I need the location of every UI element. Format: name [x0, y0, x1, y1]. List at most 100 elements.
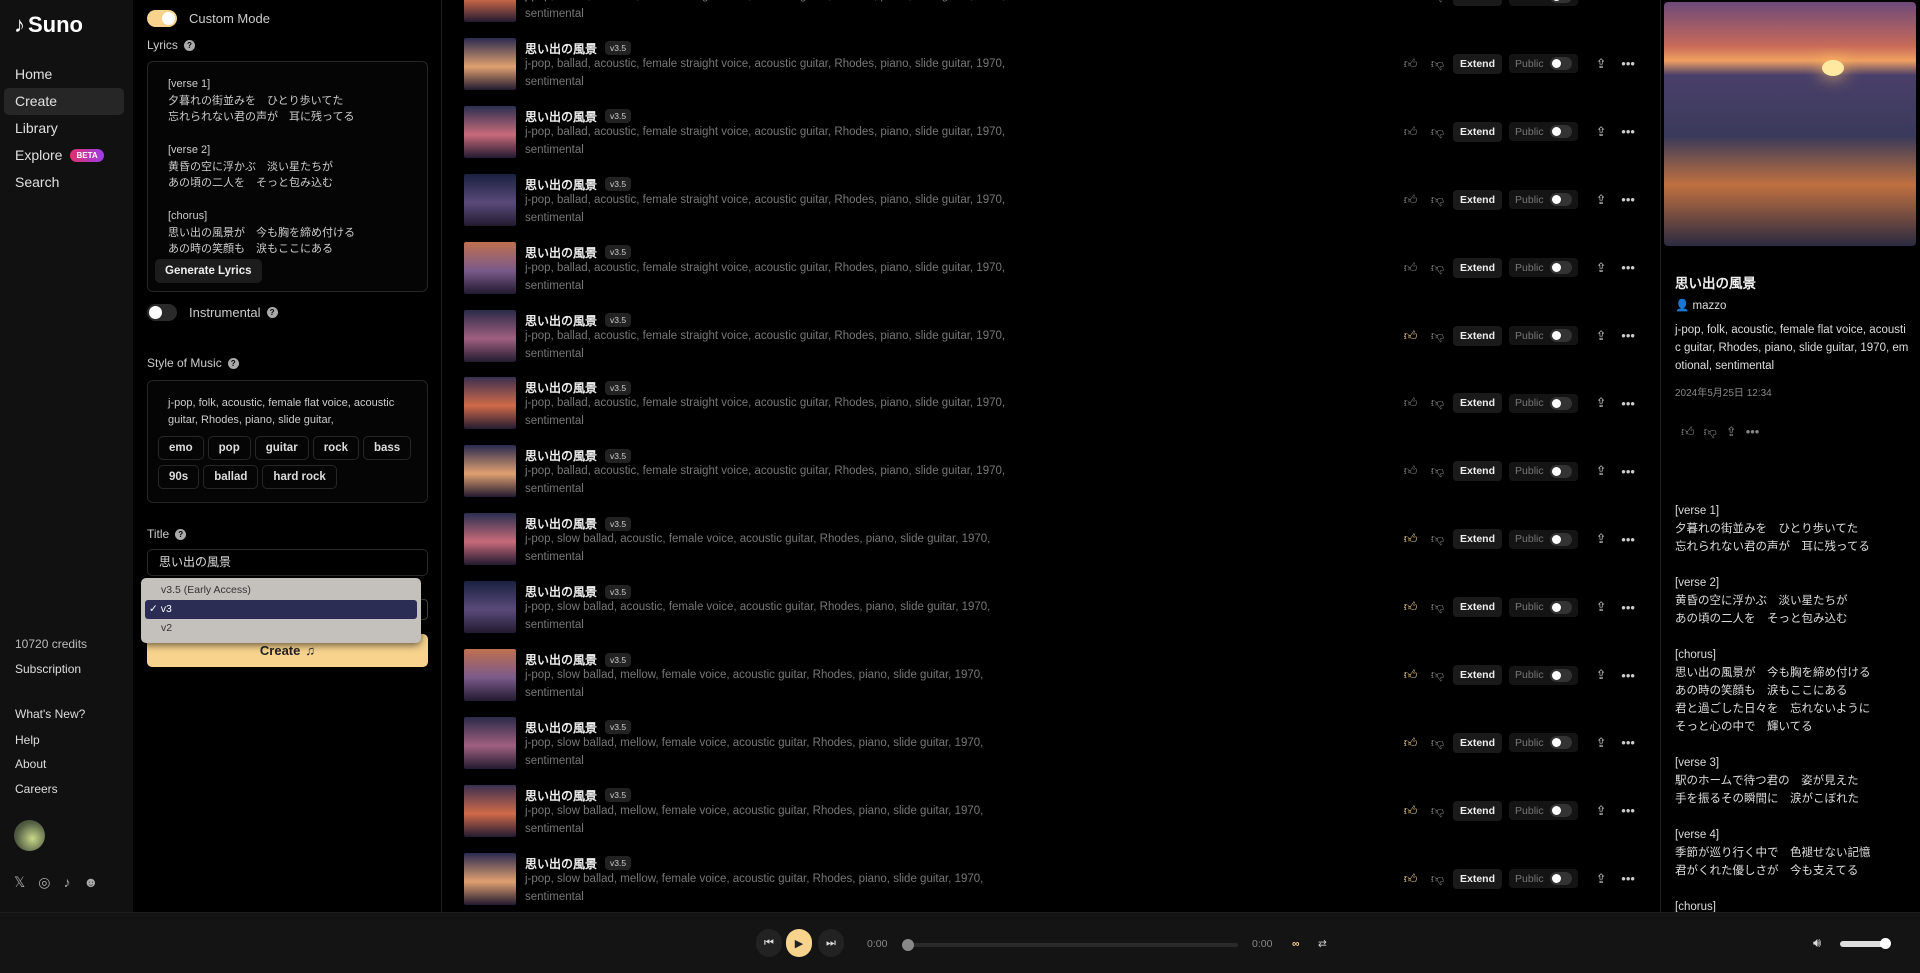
- more-icon[interactable]: •••: [1615, 396, 1642, 411]
- style-tag[interactable]: pop: [207, 436, 251, 460]
- song-thumbnail[interactable]: [464, 173, 516, 226]
- song-row[interactable]: 思い出の風景 v3.5 j-pop, slow ballad, mellow, f…: [442, 649, 1660, 709]
- thumbs-up-icon[interactable]: 👍︎: [1397, 56, 1424, 72]
- help-icon[interactable]: ?: [266, 307, 278, 318]
- share-icon[interactable]: ⇪: [1588, 463, 1615, 479]
- more-icon[interactable]: •••: [1615, 56, 1642, 71]
- thumbs-up-icon[interactable]: 👍︎: [1397, 124, 1424, 140]
- lyrics-textarea[interactable]: [verse 1] 夕暮れの街並みを ひとり歩いてた 忘れられない君の声が 耳に…: [148, 62, 427, 257]
- thumbs-down-icon[interactable]: 👎︎: [1424, 871, 1451, 887]
- extend-button[interactable]: Extend: [1453, 53, 1503, 74]
- share-icon[interactable]: ⇪: [1726, 424, 1737, 440]
- toggle-switch[interactable]: [1549, 0, 1572, 3]
- public-toggle[interactable]: Public: [1509, 461, 1578, 481]
- song-thumbnail[interactable]: [464, 241, 516, 294]
- extend-button[interactable]: Extend: [1453, 121, 1503, 142]
- thumbs-down-icon[interactable]: 👎︎: [1424, 328, 1451, 344]
- thumbs-up-icon[interactable]: 👍︎: [1681, 424, 1695, 440]
- share-icon[interactable]: ⇪: [1588, 56, 1615, 72]
- sidebar-item-explore[interactable]: Explore BETA: [4, 142, 124, 169]
- song-row[interactable]: 思い出の風景v3.5 j-pop, ballad, acoustic, fema…: [442, 309, 1660, 370]
- thumbs-up-icon[interactable]: 👍︎: [1397, 667, 1424, 683]
- song-row[interactable]: 思い出の風景v3.5 j-pop, ballad, acoustic, fema…: [442, 173, 1660, 234]
- song-row[interactable]: 思い出の風景 v3.5 j-pop, slow ballad, mellow, f…: [442, 784, 1660, 845]
- song-thumbnail[interactable]: [464, 784, 516, 837]
- toggle-switch[interactable]: [1549, 532, 1572, 546]
- share-icon[interactable]: ⇪: [1588, 260, 1615, 276]
- share-icon[interactable]: ⇪: [1588, 735, 1615, 751]
- toggle-switch[interactable]: [1549, 396, 1572, 410]
- volume-slider[interactable]: [1840, 938, 1891, 949]
- song-thumbnail[interactable]: [464, 445, 516, 498]
- extend-button[interactable]: Extend: [1453, 665, 1503, 685]
- sidebar-item-create[interactable]: Create: [4, 88, 124, 115]
- public-toggle[interactable]: Public: [1509, 733, 1578, 753]
- more-icon[interactable]: •••: [1746, 424, 1760, 440]
- thumbs-up-icon[interactable]: 👍︎: [1397, 803, 1424, 819]
- share-icon[interactable]: ⇪: [1588, 667, 1615, 683]
- extend-button[interactable]: Extend: [1453, 325, 1503, 346]
- public-toggle[interactable]: Public: [1509, 393, 1578, 413]
- toggle-switch[interactable]: [1549, 125, 1572, 139]
- x-icon[interactable]: 𝕏: [14, 874, 25, 891]
- share-icon[interactable]: ⇪: [1588, 395, 1615, 411]
- toggle-switch[interactable]: [1549, 193, 1572, 207]
- style-tag[interactable]: emo: [158, 436, 204, 460]
- extend-button[interactable]: Extend: [1453, 0, 1503, 6]
- song-thumbnail[interactable]: [464, 649, 516, 701]
- public-toggle[interactable]: Public: [1509, 869, 1578, 889]
- public-toggle[interactable]: Public: [1509, 665, 1578, 685]
- share-icon[interactable]: ⇪: [1588, 871, 1615, 887]
- toggle-switch[interactable]: [1549, 804, 1572, 818]
- style-textarea[interactable]: j-pop, folk, acoustic, female flat voice…: [148, 381, 427, 436]
- share-icon[interactable]: ⇪: [1588, 124, 1615, 140]
- song-thumbnail[interactable]: [464, 0, 516, 22]
- volume-icon[interactable]: 🔊︎: [1813, 935, 1821, 951]
- model-option-v2[interactable]: v2: [145, 619, 417, 638]
- whats-new-link[interactable]: What's New?: [15, 707, 85, 721]
- toggle-switch[interactable]: [1549, 668, 1572, 682]
- extend-button[interactable]: Extend: [1453, 597, 1503, 618]
- song-row[interactable]: 思い出の風景 v3.5 j-pop, slow ballad, mellow, f…: [442, 852, 1660, 912]
- progress-slider[interactable]: [902, 939, 1238, 951]
- thumbs-down-icon[interactable]: 👎︎: [1424, 56, 1451, 72]
- more-icon[interactable]: •••: [1615, 124, 1642, 139]
- song-thumbnail[interactable]: [464, 309, 516, 362]
- about-link[interactable]: About: [15, 757, 46, 771]
- thumbs-down-icon[interactable]: 👎︎: [1424, 803, 1451, 819]
- thumbs-up-icon[interactable]: 👍︎: [1397, 260, 1424, 276]
- thumbs-up-icon[interactable]: 👍︎: [1397, 328, 1424, 344]
- song-thumbnail[interactable]: [464, 513, 516, 566]
- play-button[interactable]: ▶: [786, 929, 812, 957]
- careers-link[interactable]: Careers: [15, 782, 58, 796]
- thumbs-down-icon[interactable]: 👎︎: [1424, 735, 1451, 751]
- public-toggle[interactable]: Public: [1509, 597, 1578, 617]
- extend-button[interactable]: Extend: [1453, 732, 1503, 753]
- thumbs-down-icon[interactable]: 👎︎: [1704, 424, 1717, 440]
- instrumental-toggle[interactable]: [147, 304, 177, 321]
- thumbs-down-icon[interactable]: 👎︎: [1424, 531, 1451, 547]
- loop-icon[interactable]: ∞: [1292, 938, 1300, 950]
- song-row[interactable]: 思い出の風景v3.5 j-pop, ballad, acoustic, fema…: [442, 0, 1660, 30]
- style-tag[interactable]: rock: [312, 436, 359, 460]
- thumbs-down-icon[interactable]: 👎︎: [1424, 192, 1451, 208]
- toggle-switch[interactable]: [1549, 872, 1572, 886]
- shuffle-icon[interactable]: ⇄: [1318, 938, 1327, 950]
- extend-button[interactable]: Extend: [1453, 189, 1503, 210]
- previous-button[interactable]: ⏮: [756, 929, 782, 957]
- public-toggle[interactable]: Public: [1509, 190, 1578, 210]
- share-icon[interactable]: ⇪: [1588, 531, 1615, 547]
- song-row[interactable]: 思い出の風景 v3.5 j-pop, slow ballad, acoustic,…: [442, 513, 1660, 573]
- more-icon[interactable]: •••: [1615, 0, 1642, 4]
- song-row[interactable]: 思い出の風景 v3.5 j-pop, slow ballad, acoustic,…: [442, 581, 1660, 641]
- more-icon[interactable]: •••: [1615, 803, 1642, 818]
- thumbs-up-icon[interactable]: 👍︎: [1397, 463, 1424, 479]
- toggle-switch[interactable]: [1549, 464, 1572, 478]
- style-tag[interactable]: ballad: [203, 465, 259, 489]
- public-toggle[interactable]: Public: [1509, 122, 1578, 142]
- thumbs-up-icon[interactable]: 👍︎: [1397, 871, 1424, 887]
- avatar[interactable]: [14, 820, 45, 851]
- next-button[interactable]: ⏭: [818, 929, 844, 957]
- extend-button[interactable]: Extend: [1453, 393, 1503, 414]
- share-icon[interactable]: ⇪: [1588, 328, 1615, 344]
